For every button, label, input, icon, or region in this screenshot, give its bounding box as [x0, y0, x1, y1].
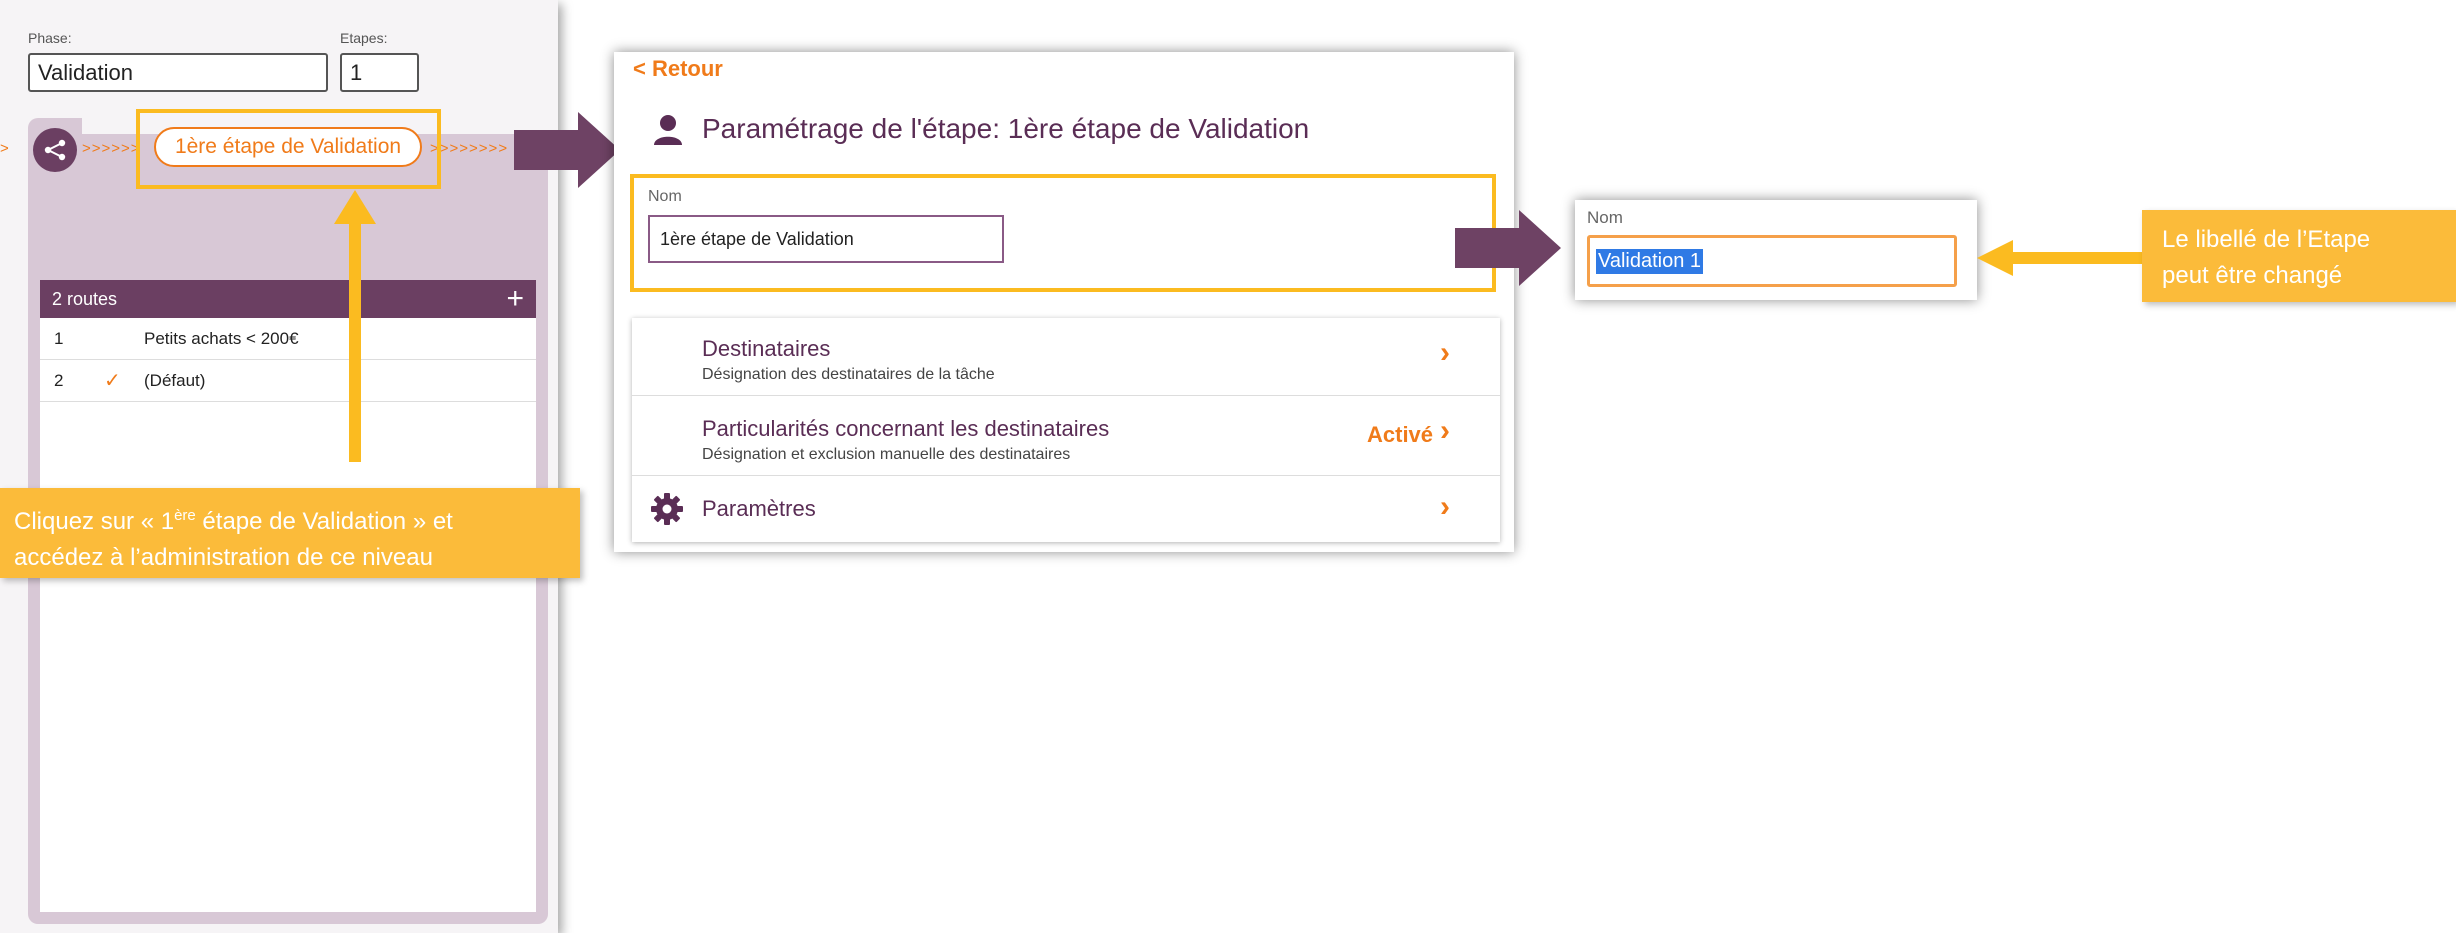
setting-parametres[interactable]: Paramètres ›	[632, 476, 1500, 542]
setting-title: Paramètres	[702, 496, 816, 521]
phase-label: Phase:	[28, 30, 72, 46]
callout-arrow-up	[334, 190, 376, 462]
nom-input-focused[interactable]: Validation 1	[1587, 235, 1957, 287]
back-link[interactable]: < Retour	[633, 56, 723, 82]
share-icon[interactable]	[33, 128, 77, 172]
callout-arrow-left	[1977, 240, 2145, 276]
route-row[interactable]: 1 Petits achats < 200€	[40, 318, 536, 360]
page-title: Paramétrage de l'étape: 1ère étape de Va…	[702, 113, 1310, 144]
callout-text-line2: accédez à l’administration de ce niveau	[14, 544, 433, 571]
callout-info: Le libellé de l’Etape peut être changé	[2142, 210, 2456, 302]
etapes-label: Etapes:	[340, 30, 388, 46]
etapes-input[interactable]: 1	[340, 53, 419, 92]
gear-icon	[651, 493, 683, 525]
callout-text-line2: peut être changé	[2162, 262, 2343, 289]
routes-count: 2 routes	[52, 288, 118, 309]
routes-header: 2 routes +	[40, 280, 536, 318]
nom-label: Nom	[648, 188, 682, 205]
flow-arrow-right	[1455, 210, 1561, 286]
callout-instruction: Cliquez sur « 1ère étape de Validation »…	[0, 488, 580, 578]
flow-chevrons-before: >>>>>>	[82, 140, 141, 157]
check-icon: ✓	[104, 370, 121, 392]
setting-subtitle: Désignation des destinataires de la tâch…	[702, 366, 995, 383]
setting-subtitle: Désignation et exclusion manuelle des de…	[702, 446, 1071, 463]
flow-arrow-right	[514, 112, 620, 188]
setting-particularites[interactable]: Particularités concernant les destinatai…	[632, 396, 1500, 476]
chevron-right-icon: ›	[1440, 336, 1450, 369]
callout-text-suffix: étape de Validation » et	[195, 508, 453, 535]
selected-text: Validation 1	[1596, 248, 1704, 274]
setting-destinataires[interactable]: Destinataires Désignation des destinatai…	[632, 318, 1500, 396]
status-badge: Activé	[1367, 422, 1434, 447]
plus-icon[interactable]: +	[506, 284, 524, 314]
route-row[interactable]: 2 ✓ (Défaut)	[40, 360, 536, 402]
flow-chevrons-after: >>>>>>>>	[430, 140, 509, 157]
route-label: Petits achats < 200€	[144, 328, 299, 348]
phase-input[interactable]: Validation	[28, 53, 328, 92]
callout-text-sup: ère	[174, 507, 196, 524]
person-icon	[654, 115, 682, 145]
route-number: 2	[54, 370, 64, 390]
flow-chevron-left: >	[0, 140, 10, 157]
route-number: 1	[54, 328, 64, 348]
nom-label: Nom	[1587, 208, 1623, 227]
nom-input[interactable]: 1ère étape de Validation	[648, 215, 1004, 263]
chevron-right-icon: ›	[1440, 490, 1450, 523]
step-button[interactable]: 1ère étape de Validation	[154, 127, 422, 167]
setting-title: Particularités concernant les destinatai…	[702, 416, 1110, 441]
route-label: (Défaut)	[144, 370, 206, 390]
callout-text-line1: Le libellé de l’Etape	[2162, 226, 2371, 253]
setting-title: Destinataires	[702, 336, 831, 361]
chevron-right-icon: ›	[1440, 414, 1450, 447]
callout-text-prefix: Cliquez sur « 1	[14, 508, 175, 535]
